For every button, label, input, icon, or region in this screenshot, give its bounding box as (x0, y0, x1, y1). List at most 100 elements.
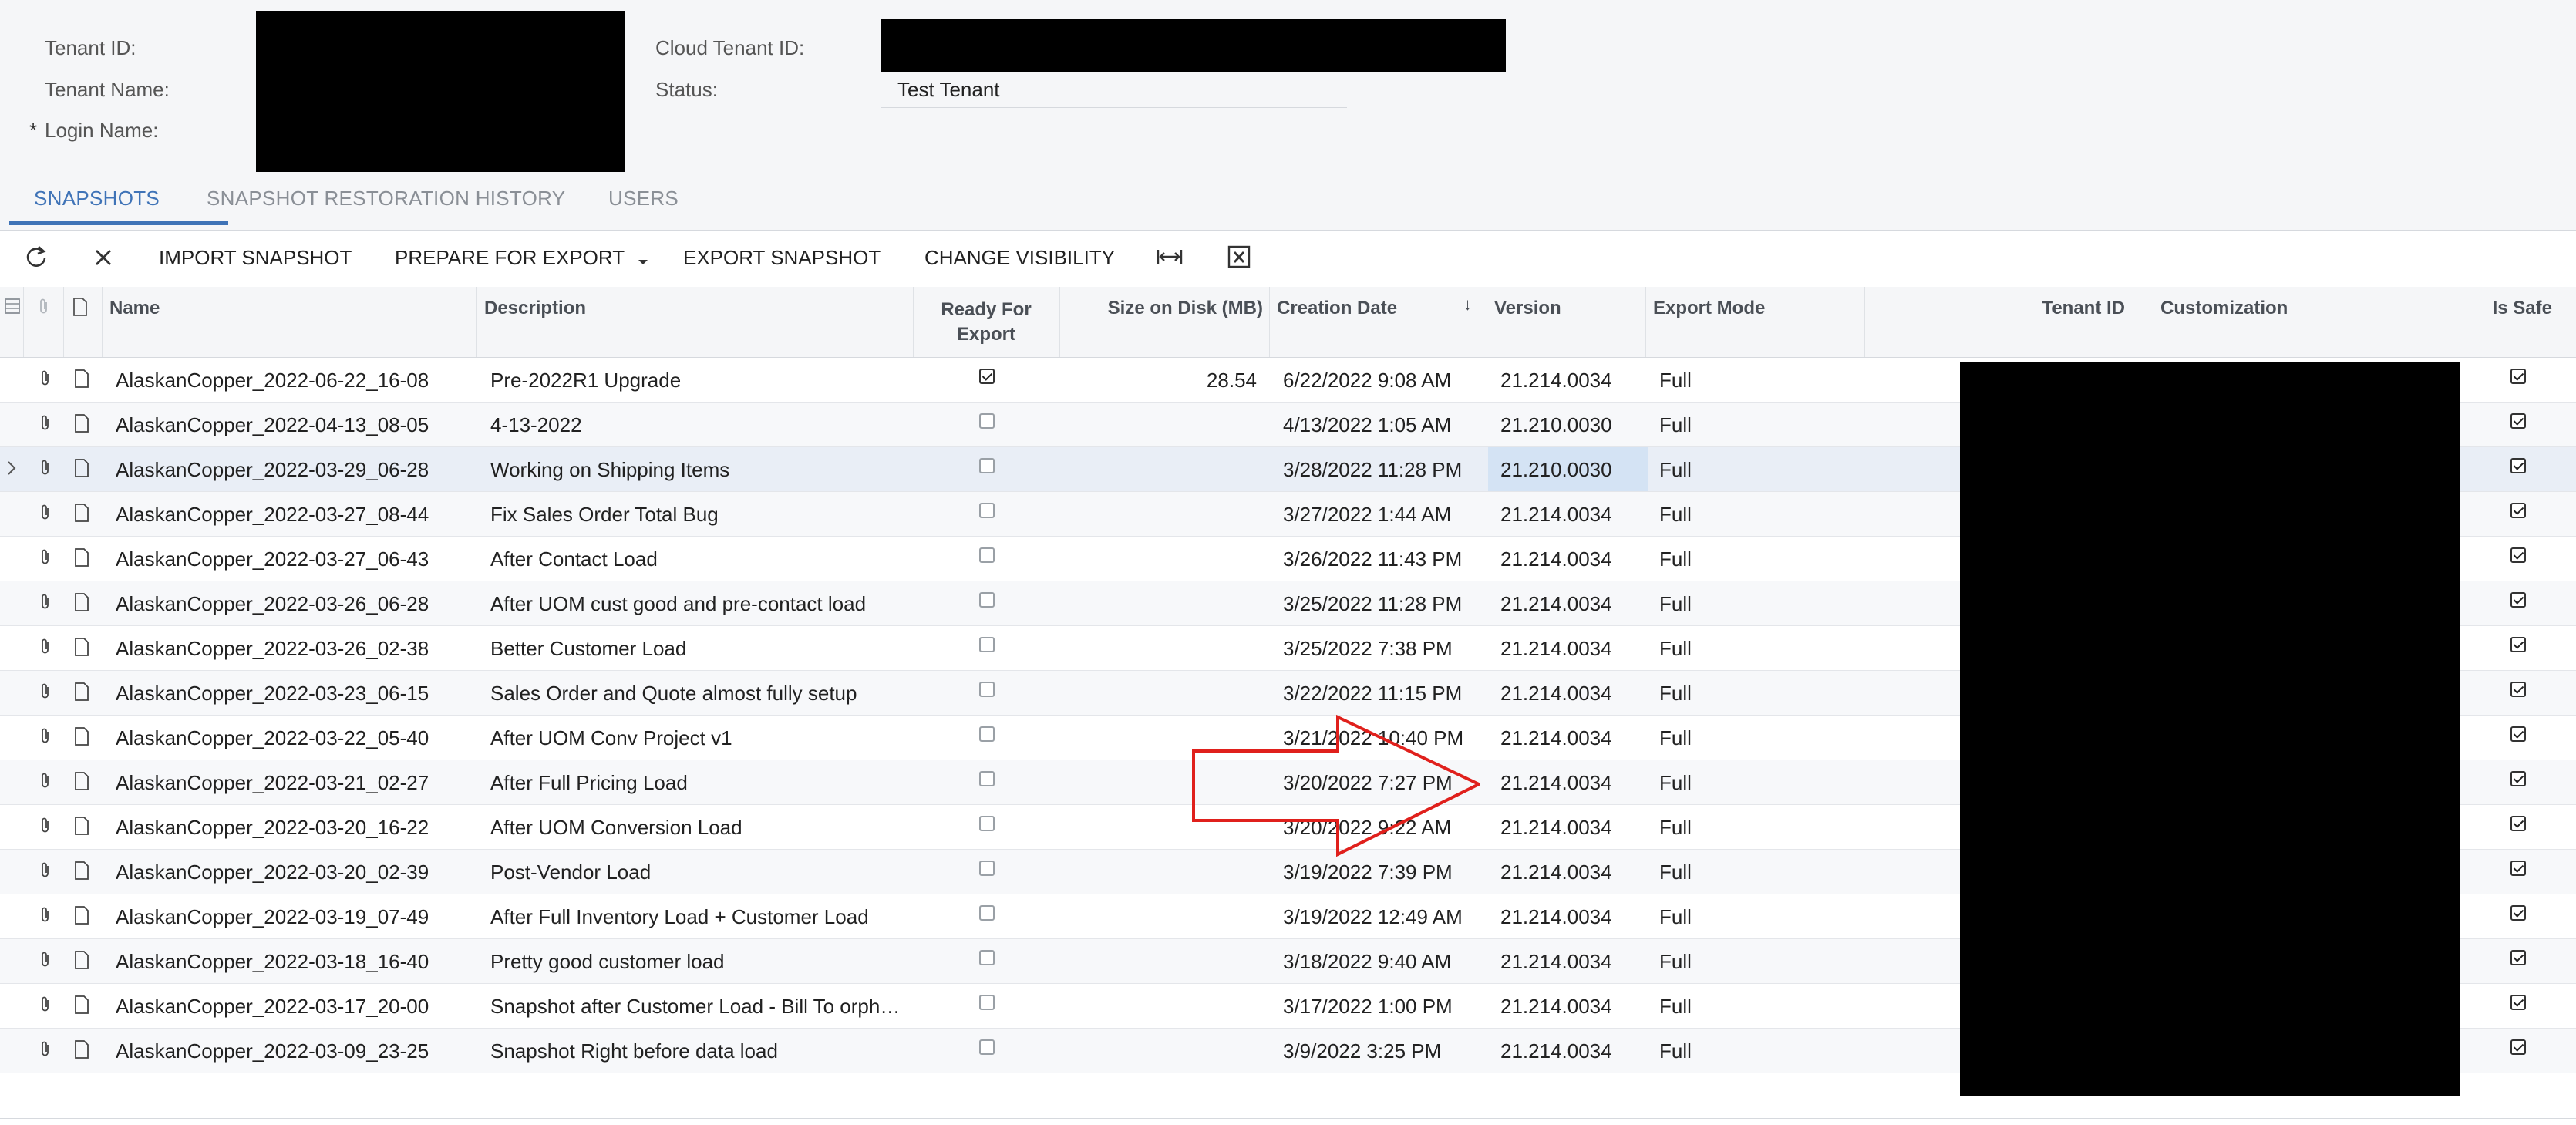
is-safe-checkbox[interactable] (2510, 950, 2526, 965)
close-icon[interactable] (91, 244, 116, 274)
snapshot-name[interactable]: AlaskanCopper_2022-03-20_02-39 (116, 861, 470, 884)
is-safe-checkbox[interactable] (2510, 1039, 2526, 1055)
is-safe-checkbox[interactable] (2510, 726, 2526, 742)
note-icon[interactable] (74, 458, 89, 482)
note-icon[interactable] (74, 816, 89, 840)
snapshot-name[interactable]: AlaskanCopper_2022-03-29_06-28 (116, 458, 470, 482)
tab-users[interactable]: USERS (608, 187, 679, 211)
prepare-for-export-button[interactable]: PREPARE FOR EXPORT (395, 246, 648, 271)
is-safe-checkbox[interactable] (2510, 995, 2526, 1010)
tab-snapshots[interactable]: SNAPSHOTS (34, 187, 160, 211)
is-safe-checkbox[interactable] (2510, 682, 2526, 697)
is-safe-checkbox[interactable] (2510, 771, 2526, 786)
is-safe-checkbox[interactable] (2510, 547, 2526, 563)
col-header-is-safe[interactable]: Is Safe (2443, 298, 2552, 319)
ready-for-export-checkbox[interactable] (979, 413, 995, 429)
attachment-icon[interactable] (39, 682, 52, 705)
snapshot-name[interactable]: AlaskanCopper_2022-03-26_02-38 (116, 637, 470, 661)
is-safe-checkbox[interactable] (2510, 592, 2526, 608)
col-header-name[interactable]: Name (109, 298, 160, 319)
col-header-customization[interactable]: Customization (2160, 298, 2288, 319)
col-header-size[interactable]: Size on Disk (MB) (1059, 298, 1263, 319)
attachment-icon[interactable] (39, 817, 52, 839)
ready-for-export-checkbox[interactable] (979, 458, 995, 473)
col-header-creation-date[interactable]: Creation Date (1277, 298, 1397, 319)
ready-for-export-checkbox[interactable] (979, 995, 995, 1010)
attachment-icon[interactable] (39, 593, 52, 615)
attachment-icon[interactable] (39, 772, 52, 794)
col-header-ready-for-export[interactable]: Ready For Export (913, 298, 1059, 347)
attachment-icon[interactable] (39, 727, 52, 749)
attachment-icon[interactable] (39, 369, 52, 392)
note-icon[interactable] (74, 547, 89, 571)
row-settings-icon[interactable] (5, 298, 20, 318)
ready-for-export-checkbox[interactable] (979, 905, 995, 921)
note-icon[interactable] (74, 771, 89, 795)
ready-for-export-checkbox[interactable] (979, 771, 995, 786)
ready-for-export-checkbox[interactable] (979, 592, 995, 608)
sort-descending-icon[interactable]: ↓ (1463, 295, 1472, 315)
col-header-version[interactable]: Version (1494, 298, 1561, 319)
is-safe-checkbox[interactable] (2510, 503, 2526, 518)
col-header-description[interactable]: Description (484, 298, 586, 319)
snapshot-name[interactable]: AlaskanCopper_2022-03-21_02-27 (116, 771, 470, 795)
ready-for-export-checkbox[interactable] (979, 682, 995, 697)
note-icon[interactable] (74, 1039, 89, 1063)
note-icon[interactable] (74, 637, 89, 661)
attachment-icon[interactable] (39, 995, 52, 1018)
ready-for-export-checkbox[interactable] (979, 861, 995, 876)
ready-for-export-checkbox[interactable] (979, 637, 995, 652)
attachment-icon[interactable] (39, 548, 52, 571)
snapshot-name[interactable]: AlaskanCopper_2022-03-18_16-40 (116, 950, 470, 974)
note-icon[interactable] (74, 413, 89, 437)
ready-for-export-checkbox[interactable] (979, 547, 995, 563)
ready-for-export-checkbox[interactable] (979, 816, 995, 831)
is-safe-checkbox[interactable] (2510, 905, 2526, 921)
attachment-icon[interactable] (39, 504, 52, 526)
snapshot-name[interactable]: AlaskanCopper_2022-06-22_16-08 (116, 369, 470, 392)
col-header-export-mode[interactable]: Export Mode (1653, 298, 1765, 319)
note-icon[interactable] (74, 503, 89, 527)
snapshot-name[interactable]: AlaskanCopper_2022-03-22_05-40 (116, 726, 470, 750)
snapshot-name[interactable]: AlaskanCopper_2022-03-20_16-22 (116, 816, 470, 840)
attachment-icon[interactable] (39, 951, 52, 973)
is-safe-checkbox[interactable] (2510, 816, 2526, 831)
note-icon[interactable] (74, 369, 89, 392)
refresh-icon[interactable] (23, 244, 49, 274)
is-safe-checkbox[interactable] (2510, 637, 2526, 652)
ready-for-export-checkbox[interactable] (979, 369, 995, 384)
note-icon[interactable] (74, 682, 89, 706)
export-snapshot-button[interactable]: EXPORT SNAPSHOT (683, 246, 881, 270)
note-icon[interactable] (74, 905, 89, 929)
ready-for-export-checkbox[interactable] (979, 503, 995, 518)
ready-for-export-checkbox[interactable] (979, 950, 995, 965)
attachment-icon[interactable] (39, 414, 52, 436)
ready-for-export-checkbox[interactable] (979, 1039, 995, 1055)
snapshot-name[interactable]: AlaskanCopper_2022-03-09_23-25 (116, 1039, 470, 1063)
note-icon[interactable] (74, 592, 89, 616)
ready-for-export-checkbox[interactable] (979, 726, 995, 742)
snapshot-name[interactable]: AlaskanCopper_2022-03-23_06-15 (116, 682, 470, 706)
is-safe-checkbox[interactable] (2510, 369, 2526, 384)
snapshot-name[interactable]: AlaskanCopper_2022-03-17_20-00 (116, 995, 470, 1019)
is-safe-checkbox[interactable] (2510, 458, 2526, 473)
tab-snapshot-restoration-history[interactable]: SNAPSHOT RESTORATION HISTORY (207, 187, 565, 211)
change-visibility-button[interactable]: CHANGE VISIBILITY (924, 246, 1115, 270)
fit-columns-icon[interactable] (1155, 244, 1184, 274)
snapshot-name[interactable]: AlaskanCopper_2022-04-13_08-05 (116, 413, 470, 437)
snapshot-name[interactable]: AlaskanCopper_2022-03-19_07-49 (116, 905, 470, 929)
excel-export-icon[interactable] (1227, 244, 1251, 274)
attachment-icon[interactable] (39, 638, 52, 660)
snapshot-name[interactable]: AlaskanCopper_2022-03-27_08-44 (116, 503, 470, 527)
note-icon[interactable] (74, 995, 89, 1019)
snapshot-name[interactable]: AlaskanCopper_2022-03-27_06-43 (116, 547, 470, 571)
attachment-icon[interactable] (39, 1040, 52, 1063)
note-icon[interactable] (74, 726, 89, 750)
snapshot-name[interactable]: AlaskanCopper_2022-03-26_06-28 (116, 592, 470, 616)
attachment-icon[interactable] (39, 861, 52, 884)
attachment-icon[interactable] (39, 459, 52, 481)
attachment-icon[interactable] (39, 906, 52, 928)
is-safe-checkbox[interactable] (2510, 413, 2526, 429)
import-snapshot-button[interactable]: IMPORT SNAPSHOT (159, 246, 352, 270)
is-safe-checkbox[interactable] (2510, 861, 2526, 876)
